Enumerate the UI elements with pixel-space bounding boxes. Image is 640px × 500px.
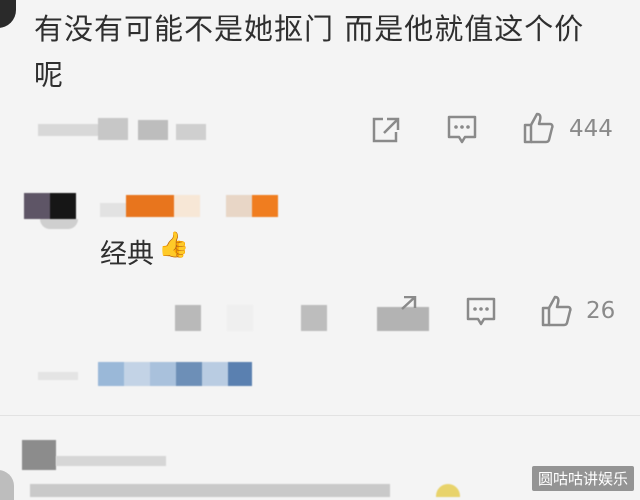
avatar[interactable] [0,0,16,28]
reply-like-count: 26 [586,298,616,324]
divider [0,415,640,416]
share-icon-reply[interactable] [390,296,418,310]
like-icon[interactable] [522,111,556,145]
thumbs-up-emoji-icon: 👍 [158,230,190,259]
next-comment-username-censored [56,450,166,470]
next-comment-text-censored [30,484,460,497]
avatar-bottom[interactable] [0,470,14,500]
comment-icon-reply[interactable] [465,296,497,328]
watermark: 圆咕咕讲娱乐 [531,466,634,491]
comment-text: 有没有可能不是她抠门 而是他就值这个价 [34,12,585,46]
comment-text-continued: 呢 [34,58,65,92]
share-icon[interactable] [371,116,401,144]
like-count: 444 [569,116,613,142]
next-comment-avatar[interactable] [22,440,56,470]
censored-meta [38,116,206,142]
reply-text: 经典 [100,239,154,270]
censored-more-replies[interactable] [38,360,252,388]
comment-icon[interactable] [446,114,478,146]
reply-username-censored[interactable] [100,193,278,221]
like-icon-reply[interactable] [540,294,574,328]
reply-avatar[interactable] [24,193,78,233]
